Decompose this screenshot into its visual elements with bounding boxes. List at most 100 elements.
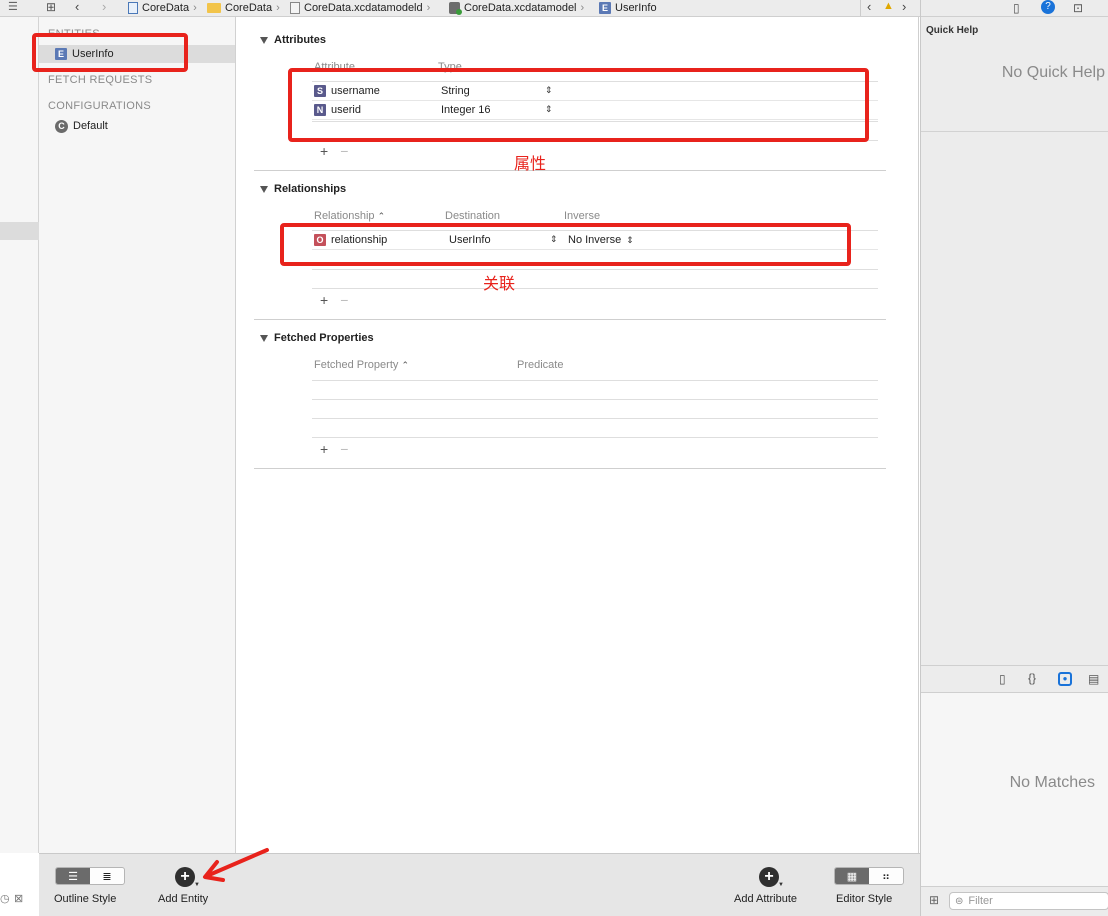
- filter-placeholder: Filter: [968, 895, 993, 907]
- annotation-box-entity: [32, 33, 188, 72]
- file-template-icon[interactable]: ▯: [999, 672, 1006, 686]
- crumb-project[interactable]: CoreData ›: [128, 1, 197, 15]
- remove-attribute-minus-button[interactable]: −: [340, 143, 348, 159]
- remove-fetched-property-minus-button[interactable]: −: [340, 441, 348, 457]
- list-style-icon[interactable]: ☰: [56, 868, 90, 884]
- relationship-add-remove: + −: [320, 292, 348, 308]
- disclosure-triangle-icon: [260, 36, 268, 44]
- section-divider: [254, 319, 886, 320]
- library-tabs: ▯ {} ● ▤: [921, 665, 1108, 693]
- relationships-section-toggle[interactable]: Relationships: [260, 183, 346, 195]
- bottom-toolbar: ☰ ≣ Outline Style + ▼ Add Entity + ▼ Add…: [39, 853, 920, 916]
- annotation-box-relationship: [280, 223, 851, 266]
- column-header-inverse[interactable]: Inverse: [564, 210, 600, 222]
- header-divider: [312, 380, 878, 381]
- annotation-label-attributes: 属性: [514, 154, 547, 173]
- package-icon: [290, 2, 300, 14]
- quick-help-title: Quick Help: [926, 25, 979, 36]
- entity-sidebar: ENTITIES E UserInfo FETCH REQUESTS CONFI…: [39, 17, 236, 853]
- section-divider: [254, 170, 886, 171]
- data-model-inspector-icon[interactable]: ⊡: [1073, 1, 1083, 15]
- configuration-icon: C: [55, 119, 68, 133]
- add-attribute-label: Add Attribute: [734, 893, 797, 905]
- section-divider: [254, 468, 886, 469]
- forward-arrow-icon[interactable]: ›: [102, 0, 106, 14]
- chevron-right-icon: ›: [276, 2, 280, 14]
- fetch-requests-header: FETCH REQUESTS: [48, 74, 153, 86]
- jump-bar: ☰ ⊞ ‹ › CoreData › CoreData › CoreData.x…: [0, 0, 920, 17]
- back-arrow-icon[interactable]: ‹: [75, 0, 79, 14]
- configurations-header: CONFIGURATIONS: [48, 100, 151, 112]
- crumb-folder[interactable]: CoreData ›: [207, 1, 280, 15]
- fetched-add-remove: + −: [320, 441, 348, 457]
- crumb-label: CoreData.xcdatamodeld: [304, 2, 423, 14]
- outline-style-label: Outline Style: [54, 893, 117, 905]
- navigator-strip: [0, 17, 39, 853]
- model-editor: Attributes Attribute Type S username Str…: [236, 17, 919, 853]
- recent-filter-icon[interactable]: ◷: [0, 892, 10, 905]
- code-snippet-icon[interactable]: {}: [1028, 671, 1036, 685]
- sort-ascending-icon: ⌃: [401, 360, 409, 370]
- outline-style-segmented-control[interactable]: ☰ ≣: [55, 867, 125, 885]
- annotation-box-attributes: [288, 68, 869, 142]
- add-attribute-button[interactable]: +: [759, 867, 779, 887]
- related-items-icon[interactable]: ⊞: [46, 0, 56, 14]
- disclosure-triangle-icon: [260, 185, 268, 193]
- previous-issue-icon[interactable]: ‹: [867, 0, 871, 14]
- scm-filter-icon[interactable]: ⊠: [14, 892, 23, 905]
- add-attribute-plus-button[interactable]: +: [320, 143, 328, 159]
- crumb-label: CoreData: [142, 2, 190, 14]
- folder-icon: [207, 3, 221, 13]
- configuration-item-default[interactable]: C Default: [39, 117, 235, 135]
- section-title: Fetched Properties: [274, 332, 374, 344]
- crumb-label: UserInfo: [615, 2, 657, 14]
- crumb-entity[interactable]: E UserInfo: [599, 1, 657, 15]
- no-matches-text: No Matches: [1009, 774, 1095, 791]
- file-inspector-icon[interactable]: ▯: [1013, 1, 1020, 15]
- add-fetched-property-plus-button[interactable]: +: [320, 441, 328, 457]
- column-header-destination[interactable]: Destination: [445, 210, 500, 222]
- crumb-model[interactable]: CoreData.xcdatamodel ›: [449, 1, 584, 15]
- crumb-modeld[interactable]: CoreData.xcdatamodeld ›: [290, 1, 430, 15]
- project-file-icon: [128, 2, 138, 14]
- column-header-relationship[interactable]: Relationship ⌃: [314, 210, 385, 222]
- row-divider: [312, 288, 878, 289]
- column-header-fetched-property[interactable]: Fetched Property ⌃: [314, 359, 409, 371]
- row-divider: [312, 437, 878, 438]
- object-library-icon[interactable]: ●: [1058, 672, 1072, 686]
- inspector-tabs: ▯ ? ⊡: [921, 0, 1108, 17]
- crumb-label: CoreData: [225, 2, 273, 14]
- crumb-label: CoreData.xcdatamodel: [464, 2, 577, 14]
- entity-icon: E: [599, 2, 611, 14]
- editor-style-label: Editor Style: [836, 893, 893, 905]
- divider: [921, 131, 1108, 132]
- add-entity-label: Add Entity: [158, 893, 209, 905]
- filter-input[interactable]: ⊜ Filter: [949, 892, 1108, 910]
- table-style-icon[interactable]: ▦: [835, 868, 869, 884]
- graph-style-icon[interactable]: ⠶: [869, 868, 903, 884]
- fetched-properties-section-toggle[interactable]: Fetched Properties: [260, 332, 374, 344]
- grid-view-icon[interactable]: ⊞: [929, 893, 939, 907]
- sort-ascending-icon: ⌃: [377, 211, 386, 221]
- chevron-right-icon: ›: [193, 2, 197, 14]
- add-entity-button[interactable]: +: [175, 867, 195, 887]
- warning-icon[interactable]: ▲: [883, 0, 894, 12]
- editor-style-segmented-control[interactable]: ▦ ⠶: [834, 867, 904, 885]
- next-issue-icon[interactable]: ›: [902, 0, 906, 14]
- no-quick-help-text: No Quick Help: [1001, 64, 1105, 81]
- configuration-label: Default: [73, 120, 108, 132]
- chevron-right-icon: ›: [426, 2, 431, 14]
- add-relationship-plus-button[interactable]: +: [320, 292, 328, 308]
- row-divider: [312, 418, 878, 419]
- attribute-add-remove: + −: [320, 143, 348, 159]
- attributes-section-toggle[interactable]: Attributes: [260, 34, 326, 46]
- media-library-icon[interactable]: ▤: [1088, 672, 1099, 686]
- issues-icon[interactable]: ☰: [8, 0, 18, 13]
- hierarchy-style-icon[interactable]: ≣: [90, 868, 124, 884]
- chevron-right-icon: ›: [580, 2, 585, 14]
- column-label: Fetched Property: [314, 359, 399, 371]
- data-model-icon: [449, 2, 462, 15]
- quick-help-icon[interactable]: ?: [1041, 0, 1055, 14]
- remove-relationship-minus-button[interactable]: −: [340, 292, 348, 308]
- column-header-predicate[interactable]: Predicate: [517, 359, 563, 371]
